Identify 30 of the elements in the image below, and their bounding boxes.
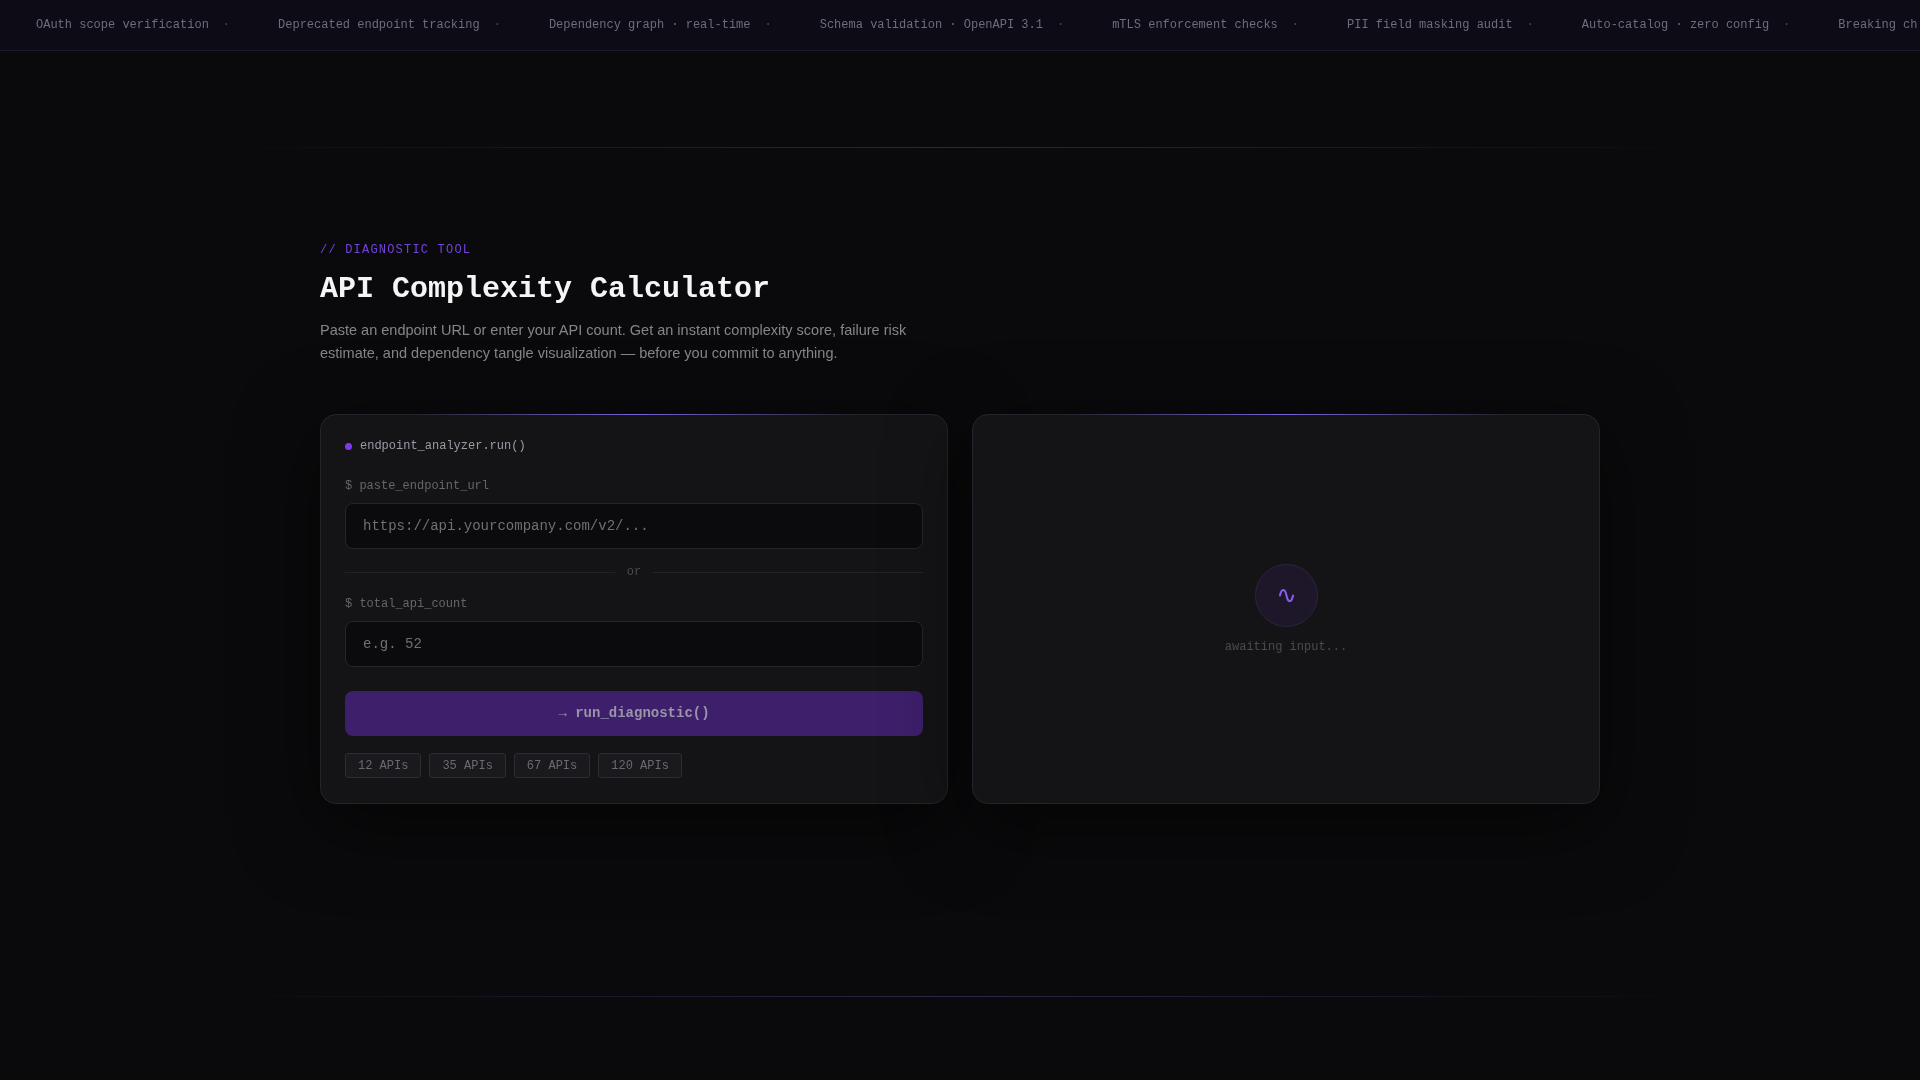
divider-text: or [626, 564, 642, 580]
ticker-text: mTLS enforcement checks [1112, 17, 1278, 33]
separator: · [1783, 17, 1791, 33]
text-input[interactable]: https://api.yourcompany.com/v2/... [345, 503, 923, 549]
panel-header: endpoint_analyzer.run() [360, 438, 526, 454]
preset-button[interactable]: 120 APIs [598, 753, 682, 778]
separator: · [764, 17, 772, 33]
eyebrow-text: // DIAGNOSTIC TOOL [320, 242, 472, 258]
ticker-text: Auto-catalog · zero config [1581, 17, 1770, 33]
separator: · [1526, 17, 1534, 33]
separator: · [1056, 17, 1065, 33]
preset-button[interactable]: 67 APIs [513, 753, 591, 778]
ticker-text: Schema validation · OpenAPI 3.1 [819, 17, 1043, 33]
text-input[interactable]: e.g. 52 [345, 621, 923, 667]
ticker-text: Breaking ch [1838, 17, 1918, 33]
status-text: awaiting input... [1224, 638, 1348, 655]
separator: · [493, 17, 501, 33]
page-title: API Complexity Calculator [320, 271, 771, 307]
separator: · [222, 17, 231, 33]
field-label: $ total_api_count [345, 596, 468, 612]
preset-button[interactable]: 35 APIs [429, 753, 506, 778]
field-label: $ paste_endpoint_url [345, 478, 490, 494]
description-text: Paste an endpoint URL or enter your API count. Get an instant complexity score, failure risk estimate, and dependency tangle visualization — before you commit to anything. [320, 321, 908, 363]
ticker-text: Dependency graph · real-time [548, 17, 751, 33]
separator: · [1291, 17, 1299, 33]
ticker-text: Deprecated endpoint tracking [278, 17, 480, 33]
preset-button[interactable]: 12 APIs [345, 753, 422, 778]
ticker-text: PII field masking audit [1347, 17, 1513, 33]
ticker-text: OAuth scope verification [36, 17, 209, 33]
wave-icon [1254, 563, 1318, 627]
